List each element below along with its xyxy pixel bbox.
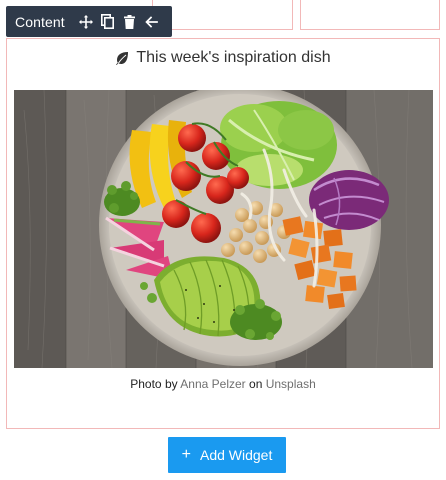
widget-above-2[interactable] [300,0,440,30]
widget-title-text: This week's inspiration dish [136,49,331,66]
content-toolbar: Content [6,6,172,37]
toolbar-label: Content [15,13,65,30]
page: This week's inspiration dish Photo by An… [0,0,446,480]
photo-caption: Photo by Anna Pelzer on Unsplash [7,377,439,391]
inspiration-dish-widget[interactable]: This week's inspiration dish Photo by An… [6,38,440,429]
caption-middle: on [249,377,263,391]
widget-title: This week's inspiration dish [7,49,439,67]
widget-above-1[interactable] [152,0,293,30]
leaf-icon [115,51,129,65]
move-icon[interactable] [75,6,97,37]
add-widget-button[interactable]: + Add Widget [168,437,286,473]
dish-photo [14,90,433,368]
caption-prefix: Photo by [130,377,178,391]
trash-icon[interactable] [119,6,141,37]
plus-icon: + [181,446,191,463]
add-widget-label: Add Widget [199,447,273,463]
duplicate-icon[interactable] [97,6,119,37]
unsplash-link[interactable]: Unsplash [266,377,316,391]
arrow-left-icon[interactable] [141,6,163,37]
author-link[interactable]: Anna Pelzer [180,377,245,391]
